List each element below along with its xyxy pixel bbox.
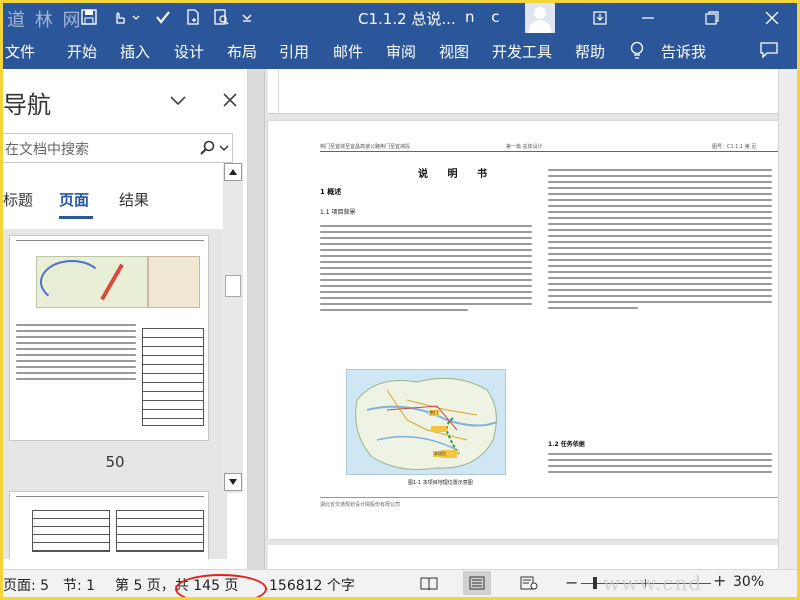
- close-pane-icon[interactable]: [219, 89, 241, 111]
- new-document-icon[interactable]: [185, 9, 201, 25]
- page-footer: 湖北省交通规划设计院股份有限公司: [320, 502, 401, 508]
- status-page[interactable]: 页面: 5: [3, 575, 49, 595]
- search-icon[interactable]: [200, 140, 216, 156]
- zoom-in-button[interactable]: +: [713, 571, 726, 590]
- arrow-up-icon: [229, 169, 237, 175]
- customize-qa-icon[interactable]: [239, 9, 255, 25]
- tab-design[interactable]: 设计: [174, 41, 204, 62]
- subsection-heading-2: 1.2 任务依据: [548, 441, 585, 448]
- vertical-ruler: [248, 69, 265, 569]
- nav-search-box[interactable]: 在文档中搜索: [3, 133, 233, 163]
- save-icon[interactable]: [81, 9, 97, 25]
- nav-tab-results[interactable]: 结果: [119, 189, 149, 210]
- close-window-button[interactable]: [755, 3, 789, 33]
- qa-dropdown-icon[interactable]: [131, 9, 141, 25]
- read-mode-button[interactable]: [415, 571, 443, 595]
- close-icon: [765, 11, 779, 25]
- search-input[interactable]: 在文档中搜索: [5, 139, 89, 159]
- tab-references[interactable]: 引用: [279, 41, 309, 62]
- body-text-left: [320, 221, 532, 315]
- thumbnail-scrollbar[interactable]: [223, 163, 243, 493]
- tab-review[interactable]: 审阅: [386, 41, 416, 62]
- previous-page-bottom: [268, 69, 778, 114]
- page-title: 说 明 书: [418, 169, 495, 180]
- tab-file[interactable]: 文件: [5, 41, 35, 62]
- scroll-down-button[interactable]: [224, 473, 242, 491]
- page-thumbnail-50[interactable]: [9, 235, 209, 441]
- arrow-down-icon: [229, 479, 237, 485]
- tab-layout[interactable]: 布局: [227, 41, 257, 62]
- body-text-right-bottom: [548, 449, 772, 477]
- minimize-button[interactable]: [631, 3, 665, 33]
- web-layout-icon: [520, 576, 538, 590]
- next-page-top: [268, 545, 778, 569]
- tab-insert[interactable]: 插入: [120, 41, 150, 62]
- web-layout-button[interactable]: [515, 571, 543, 595]
- title-bar: 道 林 网 C1.1.2 总说... n c: [3, 3, 797, 33]
- subsection-heading: 1.1 项目背景: [320, 209, 356, 216]
- print-layout-button[interactable]: [463, 571, 491, 595]
- tab-developer[interactable]: 开发工具: [492, 41, 552, 62]
- zoom-slider-knob[interactable]: [593, 577, 597, 589]
- comments-icon[interactable]: [759, 41, 779, 59]
- page-thumbnail-51[interactable]: [9, 491, 209, 559]
- ribbon-tabs: 文件 开始 插入 设计 布局 引用 邮件 审阅 视图 开发工具 帮助 告诉我: [3, 33, 797, 69]
- read-mode-icon: [420, 577, 438, 590]
- header-middle: 第一篇 总体设计: [506, 144, 543, 150]
- map-label-jingmen: 荆门: [429, 410, 439, 416]
- header-right: 图号：C1.1.1 第 页: [712, 144, 757, 150]
- body-text-right-top: [548, 165, 772, 313]
- tab-mailings[interactable]: 邮件: [333, 41, 363, 62]
- header-left: 荆门至宜城至宜昌高速公路荆门至宜城段: [320, 144, 411, 150]
- bottom-watermark: www.cnd eam.com: [603, 571, 703, 597]
- restore-button[interactable]: [695, 3, 729, 33]
- map-label-project: 本项目: [433, 451, 447, 457]
- status-word-count[interactable]: 156812 个字: [269, 575, 355, 595]
- nav-tab-pages[interactable]: 页面: [59, 189, 89, 210]
- scroll-thumb[interactable]: [225, 275, 241, 297]
- document-page[interactable]: 荆门至宜城至宜昌高速公路荆门至宜城段 第一篇 总体设计 图号：C1.1.1 第 …: [268, 121, 778, 539]
- avatar[interactable]: [525, 3, 555, 33]
- scroll-up-button[interactable]: [224, 163, 242, 181]
- chevron-down-icon[interactable]: [167, 89, 189, 111]
- page-thumbnail-label: 50: [105, 453, 125, 471]
- lightbulb-icon: [630, 41, 644, 59]
- user-initials[interactable]: n c: [465, 8, 506, 26]
- document-area[interactable]: 荆门至宜城至宜昌高速公路荆门至宜城段 第一篇 总体设计 图号：C1.1.1 第 …: [248, 69, 778, 569]
- nav-tab-headings[interactable]: 标题: [3, 189, 33, 210]
- minimize-icon: [642, 17, 654, 19]
- print-layout-icon: [469, 576, 485, 590]
- section-heading: 1 概述: [320, 188, 342, 196]
- status-section[interactable]: 节: 1: [63, 575, 95, 595]
- page-thumbnails: 50: [3, 229, 227, 559]
- document-title: C1.1.2 总说...: [358, 10, 456, 28]
- tab-home[interactable]: 开始: [67, 41, 97, 62]
- navigation-pane: 导航 在文档中搜索 标题 页面 结果 50: [3, 69, 248, 569]
- ribbon-display-icon: [593, 11, 607, 25]
- zoom-level[interactable]: 30%: [733, 574, 764, 590]
- site-watermark: 道 林 网: [7, 10, 83, 31]
- tell-me-box[interactable]: 告诉我: [661, 41, 706, 62]
- tab-help[interactable]: 帮助: [575, 41, 605, 62]
- active-tab-indicator: [59, 216, 93, 219]
- ribbon-display-options-button[interactable]: [583, 3, 617, 33]
- tab-view[interactable]: 视图: [439, 41, 469, 62]
- restore-icon: [705, 11, 719, 25]
- figure-caption: 图1-1 本项目地理位置示意图: [408, 480, 473, 486]
- highlight-annotation: [175, 574, 267, 597]
- word-window: 道 林 网 C1.1.2 总说... n c 文件 开始 插入 设计 布局 引用…: [3, 3, 797, 597]
- nav-pane-title: 导航: [3, 91, 51, 119]
- touch-mode-icon[interactable]: [111, 9, 127, 25]
- document-scrollbar[interactable]: [778, 69, 797, 569]
- print-preview-icon[interactable]: [213, 9, 229, 25]
- project-location-map: 荆门 本项目: [346, 369, 506, 475]
- zoom-out-button[interactable]: −: [565, 573, 578, 592]
- check-icon[interactable]: [155, 9, 171, 25]
- search-options-icon[interactable]: [218, 142, 230, 154]
